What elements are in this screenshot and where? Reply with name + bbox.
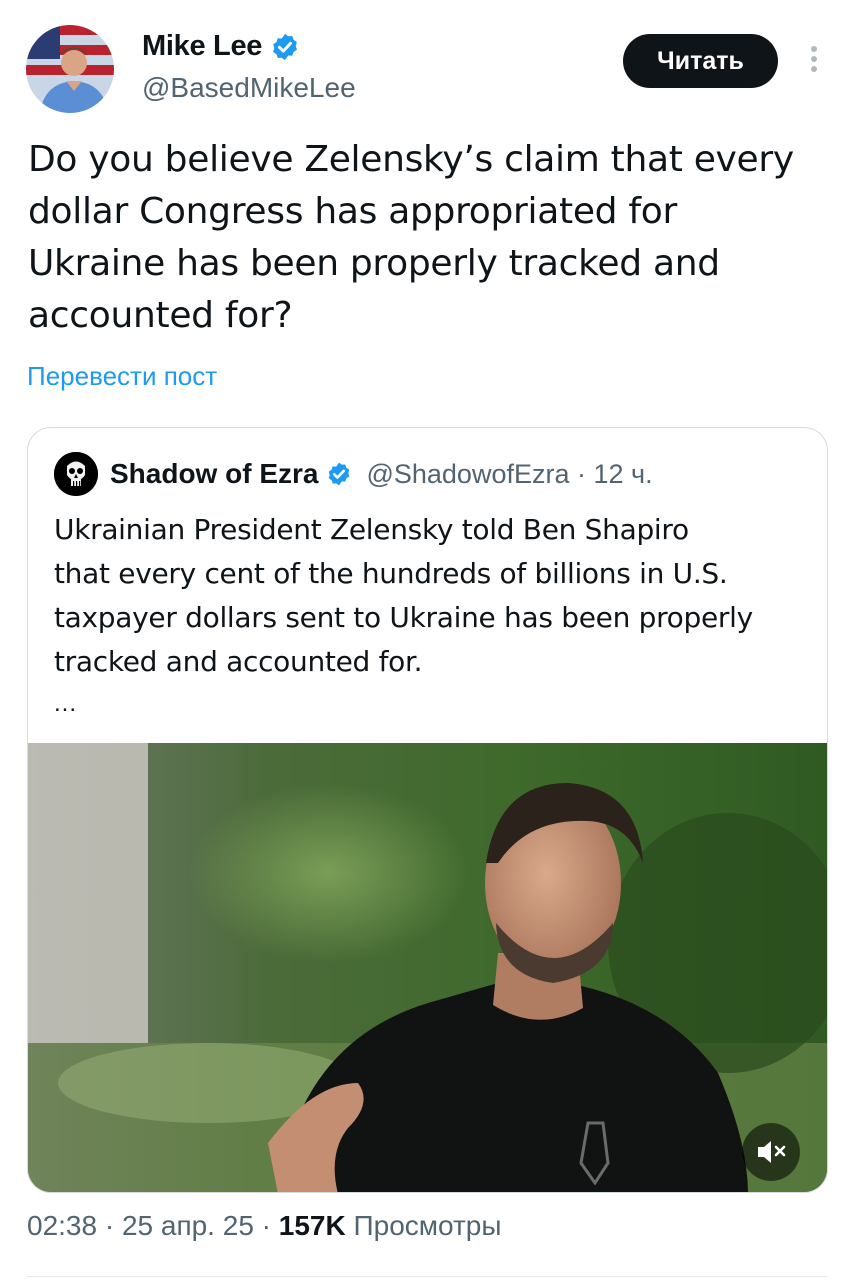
- post-meta: 02:38 · 25 апр. 25 · 157K Просмотры: [27, 1210, 502, 1242]
- verified-badge-icon: [329, 462, 350, 486]
- more-options-icon[interactable]: [802, 42, 826, 82]
- quoted-text-line: Ukrainian President Zelensky told Ben Sh…: [54, 513, 689, 546]
- quoted-post[interactable]: Shadow of Ezra @ShadowofEzra · 12 ч. Ukr…: [27, 427, 828, 1193]
- quoted-author-handle-time[interactable]: @ShadowofEzra · 12 ч.: [366, 459, 652, 490]
- author-name[interactable]: Mike Lee: [142, 30, 262, 63]
- post-text-line: Do you believe Zelensky’s claim that eve…: [28, 139, 794, 180]
- views-count: 157K: [278, 1210, 346, 1241]
- divider: [27, 1276, 828, 1277]
- views-label: Просмотры: [345, 1210, 502, 1241]
- quoted-text-ellipsis: ...: [54, 690, 78, 717]
- quoted-text-line: that every cent of the hundreds of billi…: [54, 557, 728, 590]
- post-timestamp[interactable]: 02:38 · 25 апр. 25 ·: [27, 1210, 279, 1241]
- quoted-text-line: tracked and accounted for.: [54, 645, 423, 678]
- verified-badge-icon: [273, 33, 297, 60]
- follow-button[interactable]: Читать: [623, 34, 778, 88]
- quoted-post-header: Shadow of Ezra @ShadowofEzra · 12 ч.: [54, 452, 653, 496]
- quoted-text-line: taxpayer dollars sent to Ukraine has bee…: [54, 601, 753, 634]
- post-text-line: accounted for?: [28, 295, 293, 336]
- post-text: Do you believe Zelensky’s claim that eve…: [28, 134, 828, 342]
- quoted-post-text: Ukrainian President Zelensky told Ben Sh…: [54, 508, 814, 684]
- quoted-author-avatar[interactable]: [54, 452, 98, 496]
- post-header: Mike Lee @BasedMikeLee Читать: [0, 0, 856, 120]
- post-text-line: dollar Congress has appropriated for: [28, 191, 677, 232]
- author-handle[interactable]: @BasedMikeLee: [142, 72, 356, 104]
- volume-muted-icon[interactable]: [740, 1121, 802, 1183]
- post-text-line: Ukraine has been properly tracked and: [28, 243, 720, 284]
- video-media[interactable]: [28, 743, 827, 1192]
- quoted-author-name[interactable]: Shadow of Ezra: [110, 458, 318, 490]
- translate-post-link[interactable]: Перевести пост: [27, 361, 217, 392]
- author-avatar[interactable]: [26, 25, 114, 113]
